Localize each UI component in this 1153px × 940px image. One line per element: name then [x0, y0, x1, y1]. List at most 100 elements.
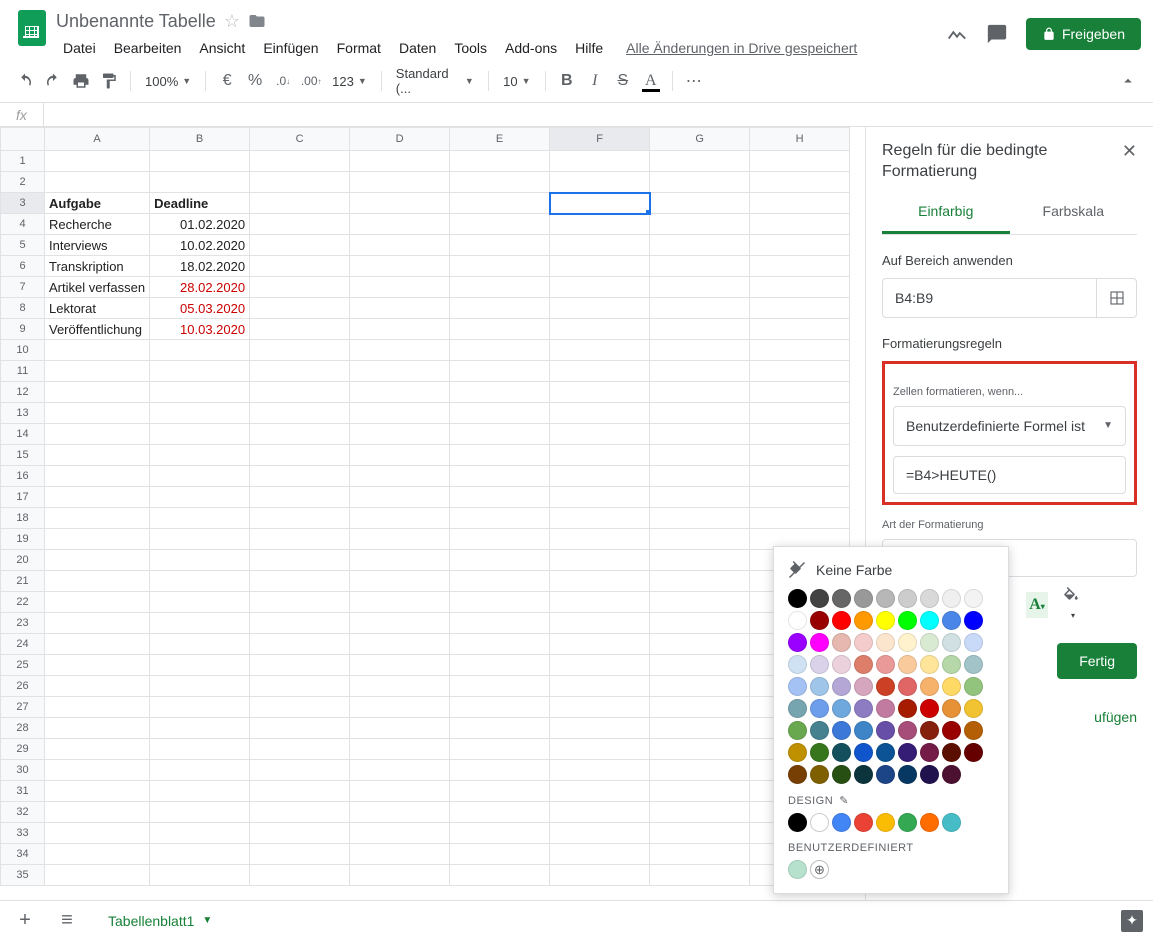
cell-D28[interactable]: [350, 718, 450, 739]
cell-E13[interactable]: [450, 403, 550, 424]
cell-G17[interactable]: [650, 487, 750, 508]
cell-A19[interactable]: [45, 529, 150, 550]
cell-G31[interactable]: [650, 781, 750, 802]
cell-F13[interactable]: [550, 403, 650, 424]
custom-swatch-b6e1cd[interactable]: [788, 860, 807, 879]
cell-D32[interactable]: [350, 802, 450, 823]
cell-F32[interactable]: [550, 802, 650, 823]
swatch-a61c00[interactable]: [898, 699, 917, 718]
cell-E20[interactable]: [450, 550, 550, 571]
cell-H16[interactable]: [750, 466, 850, 487]
cell-E7[interactable]: [450, 277, 550, 298]
swatch-d9d2e9[interactable]: [810, 655, 829, 674]
menu-daten[interactable]: Daten: [392, 36, 443, 60]
swatch-4a86e8[interactable]: [942, 611, 961, 630]
row-header-17[interactable]: 17: [1, 487, 45, 508]
cell-B6[interactable]: 18.02.2020: [150, 256, 250, 277]
cell-B8[interactable]: 05.03.2020: [150, 298, 250, 319]
cell-A21[interactable]: [45, 571, 150, 592]
cell-A13[interactable]: [45, 403, 150, 424]
cell-D16[interactable]: [350, 466, 450, 487]
cell-F9[interactable]: [550, 319, 650, 340]
swatch-134f5c[interactable]: [832, 743, 851, 762]
edit-design-icon[interactable]: ✎: [839, 794, 849, 807]
add-custom-color-button[interactable]: ⊕: [810, 860, 829, 879]
swatch-666666[interactable]: [832, 589, 851, 608]
cell-G21[interactable]: [650, 571, 750, 592]
cell-C11[interactable]: [250, 361, 350, 382]
cell-G24[interactable]: [650, 634, 750, 655]
comment-icon[interactable]: [986, 23, 1008, 45]
cell-A31[interactable]: [45, 781, 150, 802]
swatch-f3f3f3[interactable]: [964, 589, 983, 608]
swatch-45818e[interactable]: [810, 721, 829, 740]
cell-F12[interactable]: [550, 382, 650, 403]
cell-C32[interactable]: [250, 802, 350, 823]
cell-F6[interactable]: [550, 256, 650, 277]
swatch-0000ff[interactable]: [964, 611, 983, 630]
swatch-93c47d[interactable]: [964, 677, 983, 696]
swatch-d5a6bd[interactable]: [854, 677, 873, 696]
swatch-999999[interactable]: [854, 589, 873, 608]
swatch-783f04[interactable]: [788, 765, 807, 784]
cell-C7[interactable]: [250, 277, 350, 298]
cell-C28[interactable]: [250, 718, 350, 739]
row-header-4[interactable]: 4: [1, 214, 45, 235]
cell-D20[interactable]: [350, 550, 450, 571]
swatch-ea9999[interactable]: [876, 655, 895, 674]
swatch-d0e0e3[interactable]: [942, 633, 961, 652]
swatch-f9cb9c[interactable]: [898, 655, 917, 674]
redo-icon[interactable]: [40, 68, 66, 94]
swatch-ffd966[interactable]: [942, 677, 961, 696]
row-header-9[interactable]: 9: [1, 319, 45, 340]
swatch-6aa84f[interactable]: [788, 721, 807, 740]
swatch-ff9900[interactable]: [854, 611, 873, 630]
cell-E27[interactable]: [450, 697, 550, 718]
cell-C9[interactable]: [250, 319, 350, 340]
text-color-icon[interactable]: A: [638, 68, 664, 94]
col-header-F[interactable]: F: [550, 128, 650, 151]
cell-B19[interactable]: [150, 529, 250, 550]
cell-B10[interactable]: [150, 340, 250, 361]
row-header-5[interactable]: 5: [1, 235, 45, 256]
cell-F17[interactable]: [550, 487, 650, 508]
row-header-6[interactable]: 6: [1, 256, 45, 277]
cell-F20[interactable]: [550, 550, 650, 571]
cell-G22[interactable]: [650, 592, 750, 613]
swatch-a2c4c9[interactable]: [964, 655, 983, 674]
cell-C16[interactable]: [250, 466, 350, 487]
currency-euro-icon[interactable]: €: [214, 68, 240, 94]
cell-D10[interactable]: [350, 340, 450, 361]
row-header-32[interactable]: 32: [1, 802, 45, 823]
col-header-A[interactable]: A: [45, 128, 150, 151]
cell-F18[interactable]: [550, 508, 650, 529]
condition-select[interactable]: Benutzerdefinierte Formel ist ▼: [893, 406, 1126, 446]
swatch-76a5af[interactable]: [788, 699, 807, 718]
cell-H10[interactable]: [750, 340, 850, 361]
cell-B24[interactable]: [150, 634, 250, 655]
cell-A5[interactable]: Interviews: [45, 235, 150, 256]
menu-ansicht[interactable]: Ansicht: [192, 36, 252, 60]
swatch-741b47[interactable]: [920, 743, 939, 762]
cell-B22[interactable]: [150, 592, 250, 613]
cell-G9[interactable]: [650, 319, 750, 340]
swatch-1c4587[interactable]: [876, 765, 895, 784]
swatch-660000[interactable]: [964, 743, 983, 762]
more-icon[interactable]: ⋯: [681, 68, 707, 94]
design-swatch-34a853[interactable]: [898, 813, 917, 832]
font-select[interactable]: Standard (...▼: [390, 66, 480, 96]
cell-G7[interactable]: [650, 277, 750, 298]
cell-A33[interactable]: [45, 823, 150, 844]
cell-B29[interactable]: [150, 739, 250, 760]
cell-A34[interactable]: [45, 844, 150, 865]
cell-C18[interactable]: [250, 508, 350, 529]
cell-H9[interactable]: [750, 319, 850, 340]
cell-B26[interactable]: [150, 676, 250, 697]
swatch-3d85c6[interactable]: [854, 721, 873, 740]
cell-A14[interactable]: [45, 424, 150, 445]
cell-B13[interactable]: [150, 403, 250, 424]
swatch-38761d[interactable]: [810, 743, 829, 762]
cell-B28[interactable]: [150, 718, 250, 739]
swatch-ff00ff[interactable]: [810, 633, 829, 652]
cell-G18[interactable]: [650, 508, 750, 529]
